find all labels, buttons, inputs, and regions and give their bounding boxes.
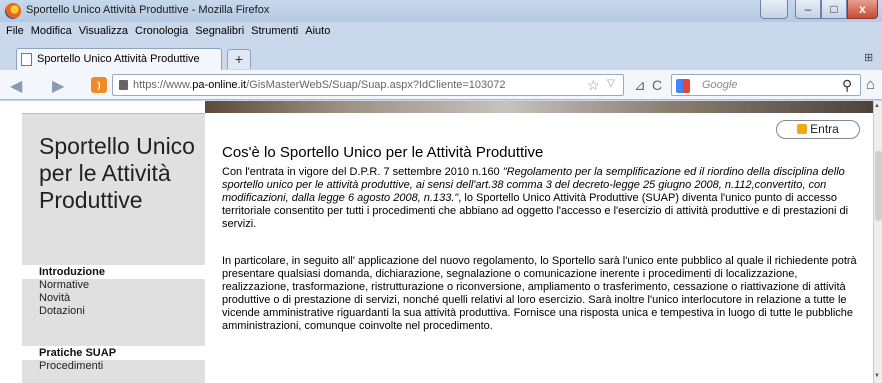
forward-arrow-icon[interactable]: ▶ (52, 76, 64, 96)
menu-strumenti[interactable]: Strumenti (248, 22, 302, 40)
page-icon (21, 53, 32, 66)
entra-button[interactable]: Entra (776, 120, 860, 139)
sidebar-item-pratiche-suap[interactable]: Pratiche SUAP (22, 346, 205, 360)
firefox-icon (5, 3, 21, 19)
page-heading: Cos'è lo Sportello Unico per le Attività… (222, 144, 544, 161)
detail-paragraph: In particolare, in seguito all' applicaz… (222, 255, 857, 332)
url-text: https://www.pa-online.it/GisMasterWebS/S… (133, 79, 506, 91)
menu-visualizza[interactable]: Visualizza (76, 22, 132, 40)
tab-list-icon[interactable]: ⊞ (864, 51, 878, 65)
scroll-down-icon[interactable]: ▼ (874, 373, 880, 379)
rss-icon[interactable]: ) (91, 77, 107, 93)
sidebar-title: Sportello Unico per le Attività Produtti… (39, 133, 195, 213)
menu-segnalibri[interactable]: Segnalibri (192, 22, 248, 40)
login-icon (797, 124, 808, 134)
google-icon[interactable] (676, 79, 690, 93)
back-arrow-icon[interactable]: ◀ (10, 76, 22, 96)
sidebar: Sportello Unico per le Attività Produtti… (22, 113, 205, 383)
tab-bar: Sportello Unico Attività Produttive + ⊞ (0, 48, 882, 70)
maximize-button[interactable]: □ (821, 0, 847, 19)
reload-icon[interactable]: C (652, 77, 662, 93)
sidebar-section-pratiche: Pratiche SUAP Procedimenti (22, 346, 205, 373)
bookmark-star-icon[interactable]: ☆ (587, 77, 600, 94)
menu-cronologia[interactable]: Cronologia (132, 22, 192, 40)
sidebar-section-introduzione: Introduzione Normative Novità Dotazioni (22, 265, 205, 318)
header-banner-image (205, 101, 873, 113)
scroll-thumb[interactable] (875, 151, 882, 221)
intro-paragraph: Con l'entrata in vigore del D.P.R. 7 set… (222, 166, 849, 230)
tab-active[interactable]: Sportello Unico Attività Produttive (16, 48, 222, 70)
close-button[interactable]: x (847, 0, 878, 19)
menu-aiuto[interactable]: Aiuto (302, 22, 334, 40)
page-viewport: Sportello Unico per le Attività Produtti… (0, 101, 873, 383)
rss-feed-icon[interactable]: ⊿ (634, 77, 646, 94)
navigation-bar: ◀ ▶ ) https://www.pa-online.it/GisMaster… (0, 70, 882, 100)
new-tab-button[interactable]: + (227, 49, 251, 69)
menu-bar: File Modifica Visualizza Cronologia Segn… (0, 22, 882, 40)
lock-icon (119, 80, 128, 90)
scroll-up-icon[interactable]: ▲ (874, 103, 880, 109)
sidebar-item-introduzione[interactable]: Introduzione (22, 265, 205, 279)
url-dropdown-icon[interactable]: ▽ (607, 78, 615, 89)
home-icon[interactable]: ⌂ (866, 76, 875, 93)
search-placeholder: Google (702, 79, 738, 91)
menu-modifica[interactable]: Modifica (28, 22, 76, 40)
url-bar[interactable]: https://www.pa-online.it/GisMasterWebS/S… (112, 74, 624, 96)
minimize-button[interactable]: – (795, 0, 821, 19)
entra-button-label: Entra (810, 122, 839, 136)
search-bar[interactable]: Google ⚲ (671, 74, 861, 96)
window-titlebar: Sportello Unico Attività Produttive - Mo… (0, 0, 882, 22)
window-extra-button[interactable] (760, 0, 788, 19)
page-scrollbar[interactable]: ▲ ▼ (873, 101, 882, 383)
tab-label: Sportello Unico Attività Produttive (37, 53, 200, 65)
menu-file[interactable]: File (3, 22, 28, 40)
sidebar-item-normative[interactable]: Normative (22, 279, 205, 292)
sidebar-item-dotazioni[interactable]: Dotazioni (22, 305, 205, 318)
sidebar-item-novita[interactable]: Novità (22, 292, 205, 305)
window-title: Sportello Unico Attività Produttive - Mo… (26, 4, 270, 16)
search-icon[interactable]: ⚲ (842, 77, 852, 94)
sidebar-item-procedimenti[interactable]: Procedimenti (22, 360, 205, 373)
